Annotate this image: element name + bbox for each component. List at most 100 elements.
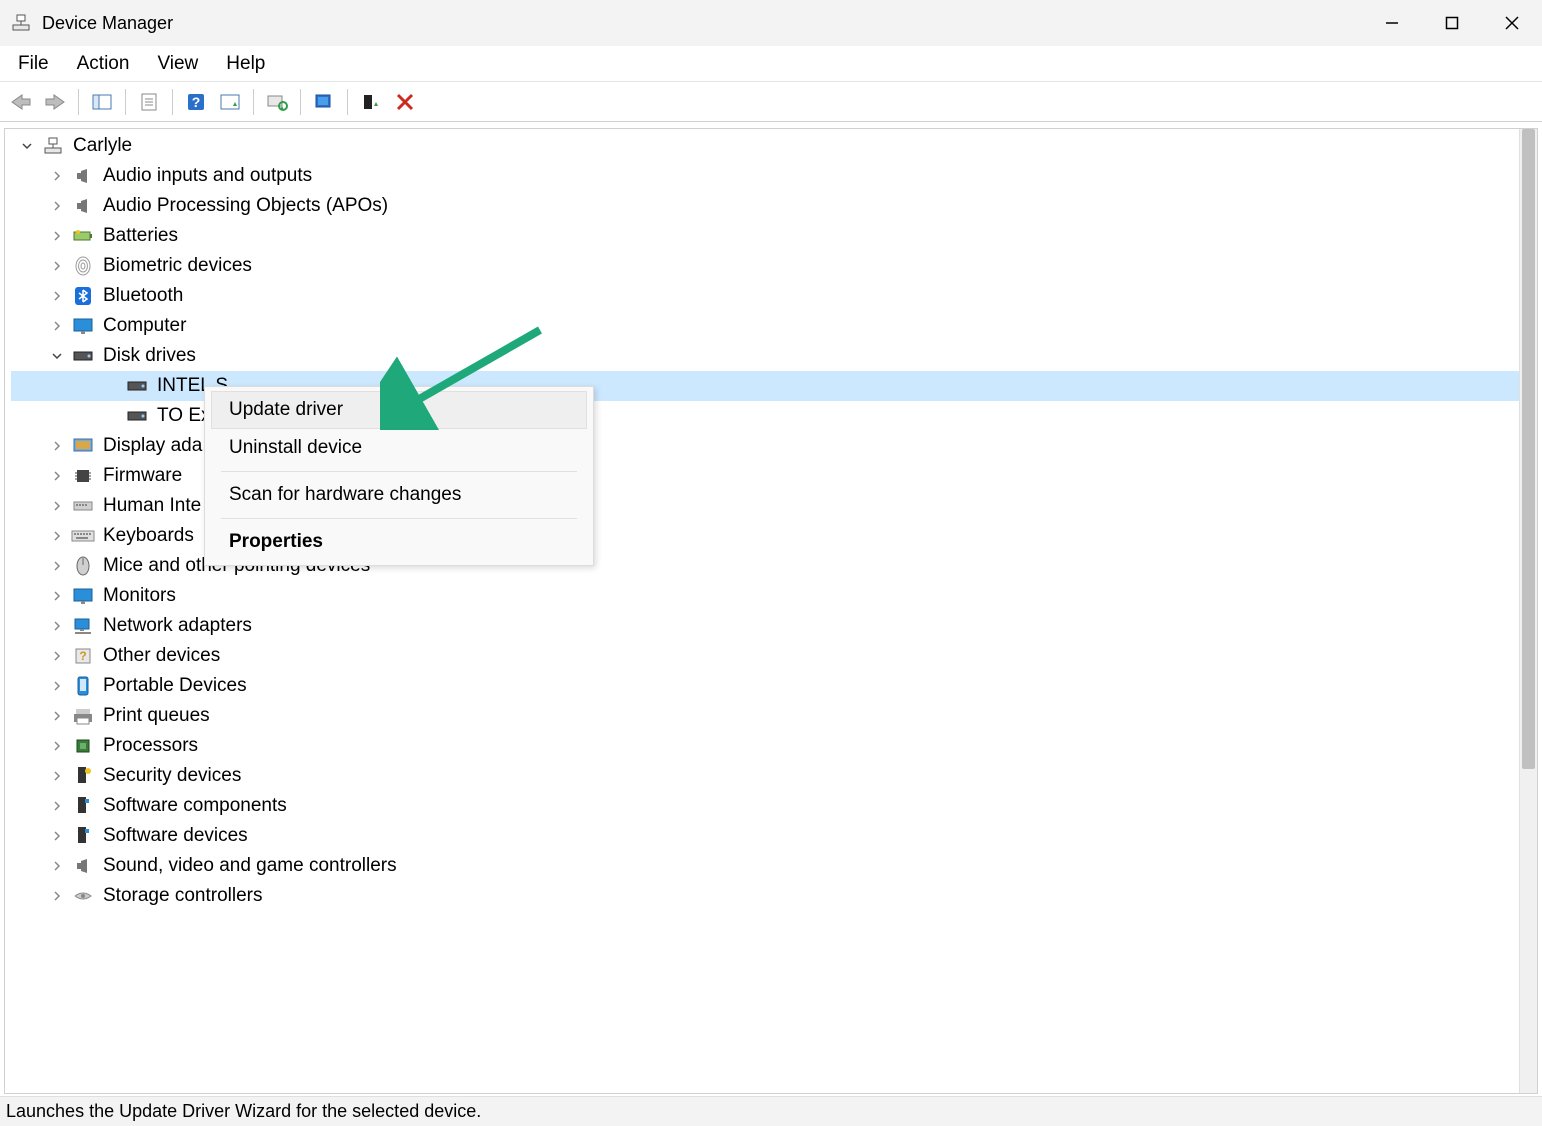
chevron-right-icon[interactable] [47,526,67,546]
tree-item-label: Computer [103,315,186,337]
chevron-right-icon[interactable] [47,286,67,306]
tree-category-1[interactable]: Audio Processing Objects (APOs) [11,191,1519,221]
maximize-button[interactable] [1422,0,1482,46]
chevron-right-icon[interactable] [47,766,67,786]
chevron-right-icon[interactable] [47,316,67,336]
chevron-right-icon[interactable] [47,466,67,486]
toolbar-console-button[interactable] [87,87,117,117]
toolbar-properties-button[interactable] [134,87,164,117]
tree-item-label: Human Inte [103,495,201,517]
status-text: Launches the Update Driver Wizard for th… [6,1101,481,1122]
tree-category-20[interactable]: Software devices [11,821,1519,851]
context-update-driver[interactable]: Update driver [211,391,587,429]
toolbar-uninstall-device-button[interactable] [356,87,386,117]
title-bar: Device Manager [0,0,1542,46]
tree-category-13[interactable]: Network adapters [11,611,1519,641]
chevron-right-icon[interactable] [47,676,67,696]
toolbar: ? [0,82,1542,122]
app-icon [10,12,32,34]
menu-help[interactable]: Help [212,47,279,81]
menu-file[interactable]: File [4,47,63,81]
tree-category-18[interactable]: Security devices [11,761,1519,791]
chevron-right-icon[interactable] [47,556,67,576]
menu-action[interactable]: Action [63,47,144,81]
svg-text:?: ? [79,649,86,663]
chevron-right-icon[interactable] [47,736,67,756]
tree-category-17[interactable]: Processors [11,731,1519,761]
tree-item-label: Portable Devices [103,675,247,697]
tree-item-label: Software components [103,795,287,817]
tree-category-19[interactable]: Software components [11,791,1519,821]
chevron-down-icon[interactable] [47,346,67,366]
minimize-button[interactable] [1362,0,1422,46]
chevron-right-icon[interactable] [47,586,67,606]
chevron-down-icon[interactable] [17,136,37,156]
unknown-icon: ? [71,644,95,668]
tree-category-3[interactable]: Biometric devices [11,251,1519,281]
tree-root[interactable]: Carlyle [11,131,1519,161]
vertical-scrollbar[interactable] [1519,129,1537,1093]
tree-category-14[interactable]: ?Other devices [11,641,1519,671]
tree-item-label: Monitors [103,585,176,607]
software-icon [71,824,95,848]
context-uninstall-device[interactable]: Uninstall device [211,429,587,467]
toolbar-add-driver-button[interactable] [309,87,339,117]
tree-category-16[interactable]: Print queues [11,701,1519,731]
toolbar-help-button[interactable]: ? [181,87,211,117]
tree-item-label: Storage controllers [103,885,262,907]
context-scan-hardware[interactable]: Scan for hardware changes [211,476,587,514]
context-properties[interactable]: Properties [211,523,587,561]
chevron-right-icon[interactable] [47,796,67,816]
chip-icon [71,464,95,488]
chevron-right-icon[interactable] [47,706,67,726]
context-separator [221,518,577,519]
tree-category-5[interactable]: Computer [11,311,1519,341]
tree-item-label: Display ada [103,435,202,457]
window-title: Device Manager [42,13,173,34]
device-tree[interactable]: CarlyleAudio inputs and outputs Audio Pro… [11,131,1519,1093]
disk-icon [125,374,149,398]
hid-icon [71,494,95,518]
tree-category-6[interactable]: Disk drives [11,341,1519,371]
tree-category-15[interactable]: Portable Devices [11,671,1519,701]
toolbar-forward-button[interactable] [40,87,70,117]
monitor-icon [71,314,95,338]
chevron-right-icon[interactable] [47,166,67,186]
cpu-icon [71,734,95,758]
tree-item-label: Keyboards [103,525,194,547]
fingerprint-icon [71,254,95,278]
close-button[interactable] [1482,0,1542,46]
chevron-right-icon[interactable] [47,496,67,516]
chevron-right-icon[interactable] [47,616,67,636]
toolbar-update-driver-button[interactable] [215,87,245,117]
tree-category-0[interactable]: Audio inputs and outputs [11,161,1519,191]
tree-category-2[interactable]: Batteries [11,221,1519,251]
tree-category-4[interactable]: Bluetooth [11,281,1519,311]
software-icon [71,794,95,818]
tree-item-label: Audio Processing Objects (APOs) [103,195,388,217]
menu-view[interactable]: View [143,47,212,81]
tree-item-label: Firmware [103,465,182,487]
scrollbar-thumb[interactable] [1522,129,1535,769]
speaker-icon [71,194,95,218]
mouse-icon [71,554,95,578]
toolbar-scan-hardware-button[interactable] [262,87,292,117]
battery-icon [71,224,95,248]
security-icon [71,764,95,788]
chevron-right-icon[interactable] [47,256,67,276]
toolbar-disable-device-button[interactable] [390,87,420,117]
chevron-right-icon[interactable] [47,826,67,846]
tree-category-21[interactable]: Sound, video and game controllers [11,851,1519,881]
toolbar-back-button[interactable] [6,87,36,117]
phone-icon [71,674,95,698]
chevron-right-icon[interactable] [47,226,67,246]
chevron-right-icon[interactable] [47,646,67,666]
chevron-right-icon[interactable] [47,196,67,216]
monitor-icon [71,584,95,608]
chevron-right-icon[interactable] [47,436,67,456]
computer-icon [41,134,65,158]
chevron-right-icon[interactable] [47,856,67,876]
tree-category-12[interactable]: Monitors [11,581,1519,611]
tree-category-22[interactable]: Storage controllers [11,881,1519,911]
chevron-right-icon[interactable] [47,886,67,906]
